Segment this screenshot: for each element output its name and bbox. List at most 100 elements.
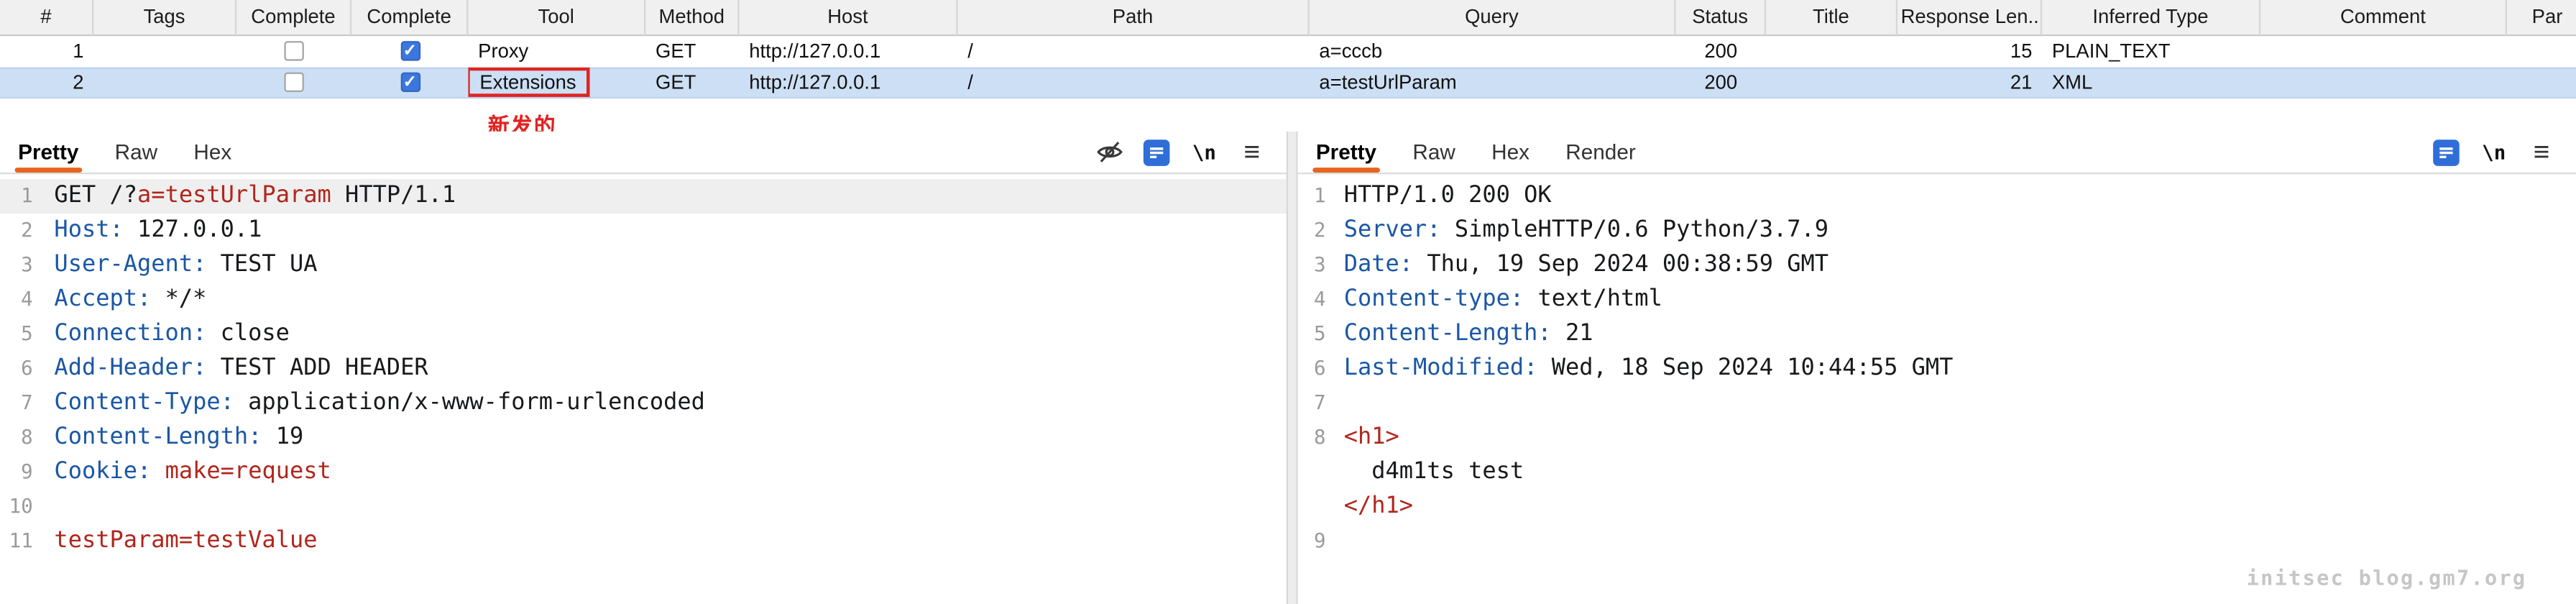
response-editor[interactable]: 1HTTP/1.0 200 OK2Server: SimpleHTTP/0.6 … bbox=[1298, 174, 2576, 604]
watermark: initsec blog.gm7.org bbox=[2247, 564, 2527, 589]
column-header-query[interactable]: Query bbox=[1310, 0, 1676, 36]
line-number: 1 bbox=[1298, 179, 1326, 214]
cell-complete bbox=[236, 36, 351, 67]
cell-host: http://127.0.0.1 bbox=[740, 68, 958, 99]
cell-path: / bbox=[958, 68, 1310, 99]
menu-icon[interactable]: ≡ bbox=[1237, 137, 1266, 167]
column-header-title[interactable]: Title bbox=[1766, 0, 1898, 36]
column-header-method[interactable]: Method bbox=[645, 0, 739, 36]
code-line: 2Server: SimpleHTTP/0.6 Python/3.7.9 bbox=[1298, 214, 2576, 248]
code-line: 7 bbox=[1298, 386, 2576, 421]
column-header-[interactable]: # bbox=[0, 0, 93, 36]
line-number: 2 bbox=[1298, 214, 1326, 248]
code-line: 9 bbox=[1298, 524, 2576, 559]
checkbox-unchecked[interactable] bbox=[284, 41, 303, 60]
request-editor[interactable]: 1GET /?a=testUrlParam HTTP/1.12Host: 127… bbox=[0, 174, 1287, 604]
tab-raw[interactable]: Raw bbox=[111, 131, 161, 173]
line-text: Accept: */* bbox=[33, 283, 207, 317]
table-header-row: #TagsCompleteCompleteToolMethodHostPathQ… bbox=[0, 0, 2576, 36]
request-toolbar-icons: \n ≡ bbox=[1094, 137, 1286, 167]
checkbox-checked[interactable]: ✓ bbox=[400, 72, 420, 91]
line-number: 6 bbox=[1298, 352, 1326, 386]
column-header-status[interactable]: Status bbox=[1675, 0, 1766, 36]
code-line: 10 bbox=[0, 490, 1287, 524]
wrap-icon[interactable] bbox=[2432, 137, 2461, 167]
http-history-table: #TagsCompleteCompleteToolMethodHostPathQ… bbox=[0, 0, 2576, 99]
code-line: 8Content-Length: 19 bbox=[0, 421, 1287, 455]
line-text: Date: Thu, 19 Sep 2024 00:38:59 GMT bbox=[1326, 248, 1829, 283]
tab-pretty[interactable]: Pretty bbox=[1312, 131, 1379, 173]
cell-inferred-type: XML bbox=[2042, 68, 2260, 99]
code-line: 11testParam=testValue bbox=[0, 524, 1287, 559]
column-header-host[interactable]: Host bbox=[740, 0, 958, 36]
code-line: </h1> bbox=[1298, 490, 2576, 524]
line-number: 7 bbox=[0, 386, 33, 421]
panel-splitter[interactable] bbox=[1287, 132, 1298, 604]
column-header-complete[interactable]: Complete bbox=[236, 0, 351, 36]
column-header-inferred-type[interactable]: Inferred Type bbox=[2042, 0, 2260, 36]
message-editor-split: Pretty Raw Hex \n ≡ 1GET /?a=testUrlParam HT… bbox=[0, 132, 2576, 604]
line-text: <h1> bbox=[1326, 421, 1399, 455]
burp-logger-screen: #TagsCompleteCompleteToolMethodHostPathQ… bbox=[0, 0, 2576, 604]
cell-status: 200 bbox=[1675, 68, 1766, 99]
tab-pretty[interactable]: Pretty bbox=[15, 131, 82, 173]
cell-tool: Proxy bbox=[468, 36, 645, 67]
code-line: 4Accept: */* bbox=[0, 283, 1287, 317]
cell-complete bbox=[236, 68, 351, 99]
newline-icon[interactable]: \n bbox=[1190, 137, 1219, 167]
newline-icon[interactable]: \n bbox=[2479, 137, 2508, 167]
cell-tool: Extensions bbox=[468, 68, 645, 99]
cell-method: GET bbox=[645, 68, 739, 99]
line-number: 8 bbox=[0, 421, 33, 455]
response-toolbar-icons: \n ≡ bbox=[2432, 137, 2576, 167]
menu-icon[interactable]: ≡ bbox=[2526, 137, 2556, 167]
column-header-comment[interactable]: Comment bbox=[2260, 0, 2507, 36]
checkbox-unchecked[interactable] bbox=[284, 72, 303, 91]
tab-hex[interactable]: Hex bbox=[190, 131, 235, 173]
column-header-complete[interactable]: Complete bbox=[351, 0, 468, 36]
line-number: 5 bbox=[0, 317, 33, 352]
table-body: 1✓ProxyGEThttp://127.0.0.1/a=cccb20015PL… bbox=[0, 36, 2576, 99]
line-text: Content-Length: 21 bbox=[1326, 317, 1593, 352]
line-number: 11 bbox=[0, 524, 33, 559]
line-number: 1 bbox=[0, 179, 33, 214]
tab-raw[interactable]: Raw bbox=[1409, 131, 1459, 173]
line-number: 2 bbox=[0, 214, 33, 248]
line-number bbox=[1298, 455, 1326, 490]
table-row[interactable]: 2✓ExtensionsGEThttp://127.0.0.1/a=testUr… bbox=[0, 68, 2576, 99]
line-text: Connection: close bbox=[33, 317, 290, 352]
code-line: 1GET /?a=testUrlParam HTTP/1.1 bbox=[0, 179, 1287, 214]
wrap-icon[interactable] bbox=[1142, 137, 1172, 167]
response-tabbar: Pretty Raw Hex Render \n ≡ bbox=[1298, 132, 2576, 174]
code-line: 4Content-type: text/html bbox=[1298, 283, 2576, 317]
line-number bbox=[1298, 490, 1326, 524]
line-text: Add-Header: TEST ADD HEADER bbox=[33, 352, 428, 386]
line-text: Last-Modified: Wed, 18 Sep 2024 10:44:55… bbox=[1326, 352, 1954, 386]
cell-query: a=cccb bbox=[1310, 36, 1676, 67]
line-number: 4 bbox=[0, 283, 33, 317]
checkbox-checked[interactable]: ✓ bbox=[400, 41, 420, 60]
code-line: 5Connection: close bbox=[0, 317, 1287, 352]
column-header-tool[interactable]: Tool bbox=[468, 0, 645, 36]
tab-hex[interactable]: Hex bbox=[1489, 131, 1533, 173]
eye-off-icon[interactable] bbox=[1094, 137, 1123, 167]
tab-render[interactable]: Render bbox=[1563, 131, 1639, 173]
line-number: 4 bbox=[1298, 283, 1326, 317]
code-line: 7Content-Type: application/x-www-form-ur… bbox=[0, 386, 1287, 421]
column-header-response-len[interactable]: Response Len... bbox=[1898, 0, 2042, 36]
line-text: Content-Length: 19 bbox=[33, 421, 304, 455]
column-header-path[interactable]: Path bbox=[958, 0, 1310, 36]
response-panel: Pretty Raw Hex Render \n ≡ 1HTTP/1.0 200 OK2S… bbox=[1298, 132, 2576, 604]
cell-title bbox=[1766, 68, 1898, 99]
line-text: testParam=testValue bbox=[33, 524, 318, 559]
line-number: 5 bbox=[1298, 317, 1326, 352]
line-number: 8 bbox=[1298, 421, 1326, 455]
code-line: 9Cookie: make=request bbox=[0, 455, 1287, 490]
column-header-tags[interactable]: Tags bbox=[93, 0, 236, 36]
column-header-par[interactable]: Par bbox=[2507, 0, 2576, 36]
cell-host: http://127.0.0.1 bbox=[740, 36, 958, 67]
line-number: 9 bbox=[0, 455, 33, 490]
line-number: 10 bbox=[0, 490, 33, 524]
table-row[interactable]: 1✓ProxyGEThttp://127.0.0.1/a=cccb20015PL… bbox=[0, 36, 2576, 67]
line-text: </h1> bbox=[1326, 490, 1414, 524]
